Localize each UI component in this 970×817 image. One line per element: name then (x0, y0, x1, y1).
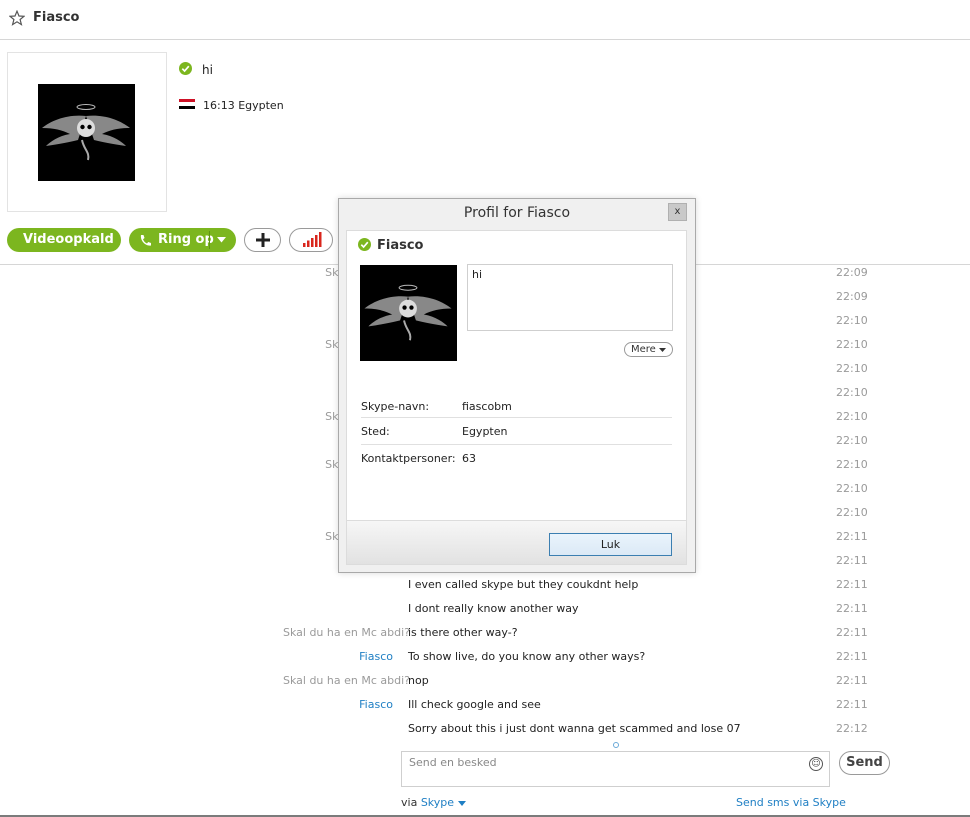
local-time-location: 16:13 Egypten (203, 99, 284, 112)
message-timestamp: 22:11 (836, 650, 868, 663)
message-text: Ill check google and see (408, 698, 541, 711)
online-check-icon (358, 238, 371, 251)
chevron-down-icon[interactable] (217, 237, 226, 243)
message-timestamp: 22:10 (836, 386, 868, 399)
contacts-label: Kontaktpersoner: (361, 452, 456, 465)
message-timestamp: 22:09 (836, 266, 868, 279)
call-quality-button[interactable] (289, 228, 333, 252)
message-timestamp: 22:11 (836, 626, 868, 639)
star-outline-icon[interactable] (9, 10, 25, 26)
info-divider (361, 417, 672, 418)
message-timestamp: 22:10 (836, 482, 868, 495)
message-timestamp: 22:10 (836, 410, 868, 423)
send-button[interactable]: Send (839, 751, 890, 775)
add-participant-button[interactable] (244, 228, 281, 252)
location-value: Egypten (462, 425, 508, 438)
more-button[interactable]: Mere (624, 342, 673, 357)
message-text: is there other way-? (408, 626, 518, 639)
send-via-selector[interactable]: via Skype (401, 796, 466, 809)
online-check-icon (179, 62, 192, 75)
avatar-winged-skull-image (364, 284, 452, 341)
message-text: I even called skype but they coukdnt hel… (408, 578, 639, 591)
profile-avatar (360, 265, 457, 361)
close-icon[interactable]: x (668, 203, 687, 221)
message-timestamp: 22:10 (836, 314, 868, 327)
message-timestamp: 22:11 (836, 674, 868, 687)
chevron-down-icon (659, 348, 666, 352)
message-timestamp: 22:11 (836, 554, 868, 567)
call-quality-signal-icon (303, 232, 322, 247)
message-text: Sorry about this i just dont wanna get s… (408, 722, 741, 735)
message-timestamp: 22:11 (836, 530, 868, 543)
avatar[interactable] (38, 84, 135, 181)
message-sender[interactable]: Fiasco (283, 698, 393, 711)
message-timestamp: 22:10 (836, 362, 868, 375)
message-timestamp: 22:10 (836, 434, 868, 447)
message-timestamp: 22:11 (836, 698, 868, 711)
phone-icon (140, 234, 151, 246)
contact-name-title: Fiasco (33, 10, 80, 25)
message-timestamp: 22:10 (836, 338, 868, 351)
avatar-winged-skull-image (42, 104, 130, 161)
send-sms-link[interactable]: Send sms via Skype (736, 796, 846, 809)
chevron-down-icon[interactable] (457, 801, 466, 806)
more-label: Mere (630, 344, 656, 355)
message-text: I dont really know another way (408, 602, 579, 615)
profile-dialog-title: Profil for Fiasco (463, 205, 571, 221)
call-label: Ring op (158, 232, 214, 247)
message-timestamp: 22:12 (836, 722, 868, 735)
message-timestamp: 22:10 (836, 458, 868, 471)
call-button[interactable]: Ring op (129, 228, 236, 252)
skype-name-value: fiascobm (462, 400, 512, 413)
call-button-divider (209, 231, 210, 249)
message-input-placeholder: Send en besked (409, 756, 497, 769)
egypt-flag-icon (179, 99, 195, 109)
profile-mood-box: hi (467, 264, 673, 331)
video-call-button[interactable]: Videoopkald (7, 228, 121, 252)
close-dialog-button[interactable]: Luk (549, 533, 672, 556)
info-divider (361, 444, 672, 445)
scroll-indicator-icon[interactable] (613, 742, 619, 748)
contacts-value: 63 (462, 452, 476, 465)
video-call-label: Videoopkald (23, 232, 114, 247)
via-prefix: via (401, 796, 418, 809)
via-skype-link[interactable]: Skype (421, 796, 454, 809)
message-text: nop (408, 674, 429, 687)
skype-name-label: Skype-navn: (361, 400, 430, 413)
plus-icon (256, 233, 270, 247)
message-sender: Skal du ha en Mc abdi? (283, 626, 410, 639)
message-text: To show live, do you know any other ways… (408, 650, 646, 663)
message-timestamp: 22:11 (836, 578, 868, 591)
message-sender: Skal du ha en Mc abdi? (283, 674, 410, 687)
message-timestamp: 22:09 (836, 290, 868, 303)
profile-contact-name: Fiasco (377, 238, 424, 253)
location-label: Sted: (361, 425, 390, 438)
mood-message: hi (202, 63, 213, 77)
smiley-icon[interactable]: ☺ (809, 757, 823, 771)
header-divider (0, 39, 970, 40)
message-timestamp: 22:10 (836, 506, 868, 519)
message-sender[interactable]: Fiasco (283, 650, 393, 663)
message-timestamp: 22:11 (836, 602, 868, 615)
